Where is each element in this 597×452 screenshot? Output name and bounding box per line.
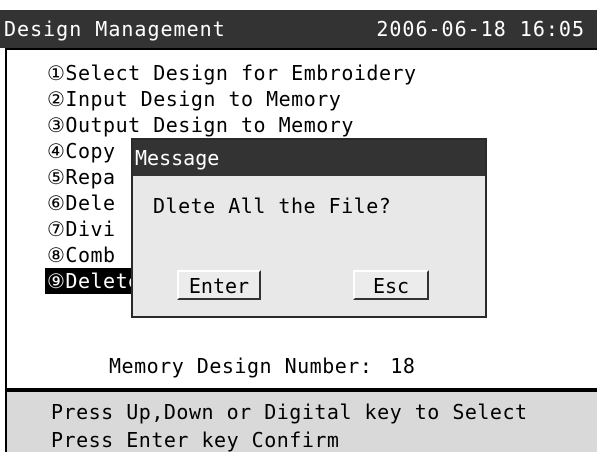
menu-item-output-design[interactable]: ③Output Design to Memory	[45, 112, 417, 138]
menu-item-input-design[interactable]: ②Input Design to Memory	[45, 86, 417, 112]
enter-button[interactable]: Enter	[177, 270, 261, 300]
screen-title: Design Management	[4, 17, 226, 41]
memory-design-label: Memory Design Number:	[109, 354, 373, 378]
title-bar: Design Management 2006-06-18 16:05	[0, 10, 597, 48]
memory-design-value: 18	[390, 354, 416, 378]
design-management-screen: Design Management 2006-06-18 16:05 ①Sele…	[0, 0, 597, 452]
dialog-title: Message	[133, 140, 485, 176]
menu-item-select-design[interactable]: ①Select Design for Embroidery	[45, 60, 417, 86]
dialog-message: Dlete All the File?	[153, 194, 392, 218]
status-hint-confirm: Press Enter key Confirm	[51, 428, 340, 452]
esc-button[interactable]: Esc	[353, 270, 429, 300]
message-dialog: Message Dlete All the File? Enter Esc	[131, 138, 487, 318]
datetime-display: 2006-06-18 16:05	[376, 17, 585, 41]
status-hint-navigate: Press Up,Down or Digital key to Select	[51, 400, 528, 424]
memory-design-number: Memory Design Number: 18	[109, 354, 415, 378]
status-panel: Press Up,Down or Digital key to Select P…	[5, 390, 597, 452]
